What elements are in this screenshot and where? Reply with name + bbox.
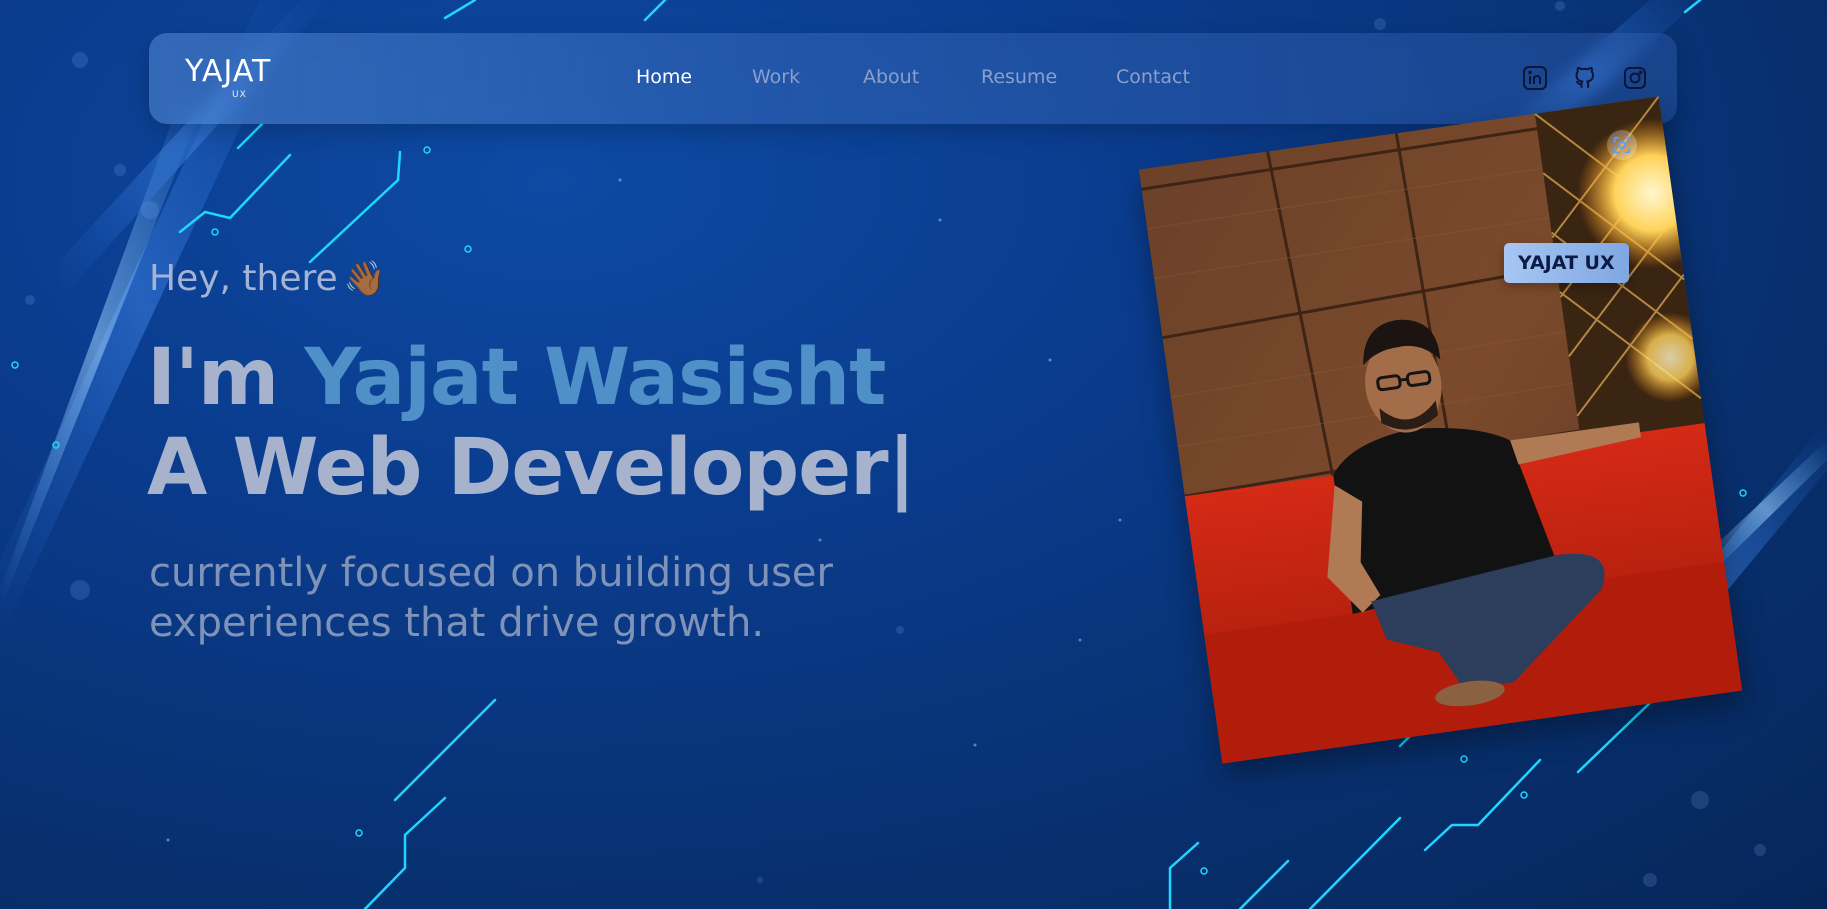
instagram-icon[interactable]: [1622, 65, 1648, 91]
hero-greeting: Hey, there 👋🏾: [149, 258, 386, 299]
tagline-line-1: currently focused on building user: [149, 550, 833, 596]
nav-link-home[interactable]: Home: [636, 66, 692, 88]
profile-photo: [1138, 96, 1743, 764]
nav-link-contact[interactable]: Contact: [1116, 66, 1190, 88]
headline-role: A Web Developer|: [147, 423, 916, 513]
headline-line-name: I'm Yajat Wasisht: [147, 333, 915, 423]
headline-name: Yajat Wasisht: [304, 333, 886, 423]
waving-hand-icon: 👋🏾: [343, 259, 386, 299]
nav-link-resume[interactable]: Resume: [981, 66, 1057, 88]
tagline-line-2: experiences that drive growth.: [149, 600, 765, 646]
headline-prefix: I'm: [147, 333, 305, 423]
photo-badge: YAJAT UX: [1504, 243, 1629, 283]
linkedin-icon[interactable]: [1522, 65, 1548, 91]
greeting-text: Hey, there: [149, 258, 338, 299]
profile-photo-illustration: [1138, 96, 1743, 764]
hero-headline: I'm Yajat Wasisht A Web Developer|: [147, 333, 916, 513]
github-icon[interactable]: [1572, 65, 1598, 91]
hero-tagline: currently focused on building user exper…: [149, 548, 909, 648]
nav-link-about[interactable]: About: [863, 66, 919, 88]
site-logo[interactable]: YAJAT UX: [185, 54, 305, 104]
logo-subtitle: UX: [232, 90, 247, 100]
focus-icon: [1607, 130, 1637, 160]
logo-wordmark: YAJAT: [185, 54, 272, 89]
nav-link-work[interactable]: Work: [752, 66, 800, 88]
